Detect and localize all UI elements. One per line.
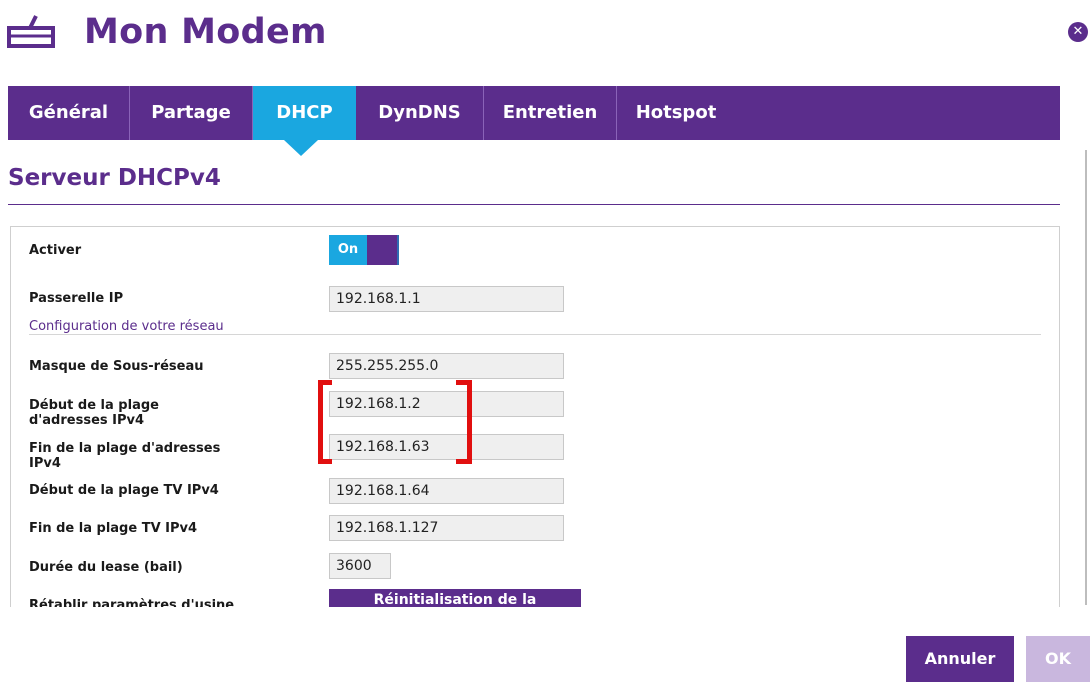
tab-entretien[interactable]: Entretien: [484, 86, 617, 140]
modem-icon: [7, 15, 55, 48]
fin-tv-label: Fin de la plage TV IPv4: [29, 521, 198, 536]
tab-hotspot[interactable]: Hotspot: [617, 86, 735, 140]
tab-bar: Général Partage DHCP DynDNS Entretien Ho…: [8, 86, 1060, 140]
section-title: Serveur DHCPv4: [8, 165, 221, 191]
reset-config-button[interactable]: Réinitialisation de la configuration: [329, 589, 581, 607]
ok-button[interactable]: OK: [1026, 636, 1090, 682]
fin-plage-label: Fin de la plage d'adresses IPv4: [29, 441, 221, 471]
fin-plage-field[interactable]: 192.168.1.63: [329, 434, 564, 460]
fin-tv-field[interactable]: 192.168.1.127: [329, 515, 564, 541]
masque-label: Masque de Sous-réseau: [29, 359, 204, 374]
tab-dhcp[interactable]: DHCP: [253, 86, 356, 140]
reset-label: Rétablir paramètres d'usine: [29, 598, 235, 607]
tab-general[interactable]: Général: [8, 86, 130, 140]
debut-tv-field[interactable]: 192.168.1.64: [329, 478, 564, 504]
masque-field[interactable]: 255.255.255.0: [329, 353, 564, 379]
activer-toggle[interactable]: On: [329, 235, 399, 265]
passerelle-field[interactable]: 192.168.1.1: [329, 286, 564, 312]
debut-plage-field[interactable]: 192.168.1.2: [329, 391, 564, 417]
debut-tv-label: Début de la plage TV IPv4: [29, 483, 219, 498]
highlight-bracket-right: [456, 380, 472, 464]
lease-field[interactable]: 3600: [329, 553, 391, 579]
passerelle-label: Passerelle IP: [29, 291, 124, 306]
section-divider: [8, 204, 1060, 205]
page-title: Mon Modem: [84, 12, 327, 52]
dhcp-form-panel: Activer On Passerelle IP 192.168.1.1 Con…: [10, 226, 1060, 607]
active-tab-indicator: [284, 140, 318, 156]
highlight-bracket-left: [318, 380, 332, 464]
toggle-knob: [367, 235, 399, 265]
activer-label: Activer: [29, 243, 82, 258]
close-icon[interactable]: ✕: [1068, 22, 1088, 42]
debut-plage-label: Début de la plage d'adresses IPv4: [29, 398, 159, 428]
lease-label: Durée du lease (bail): [29, 560, 183, 575]
toggle-on-label: On: [329, 235, 367, 265]
tab-dyndns[interactable]: DynDNS: [356, 86, 484, 140]
scrollbar[interactable]: [1085, 150, 1087, 605]
config-divider: [29, 334, 1041, 335]
config-heading: Configuration de votre réseau: [29, 319, 224, 334]
tab-partage[interactable]: Partage: [130, 86, 253, 140]
cancel-button[interactable]: Annuler: [906, 636, 1014, 682]
